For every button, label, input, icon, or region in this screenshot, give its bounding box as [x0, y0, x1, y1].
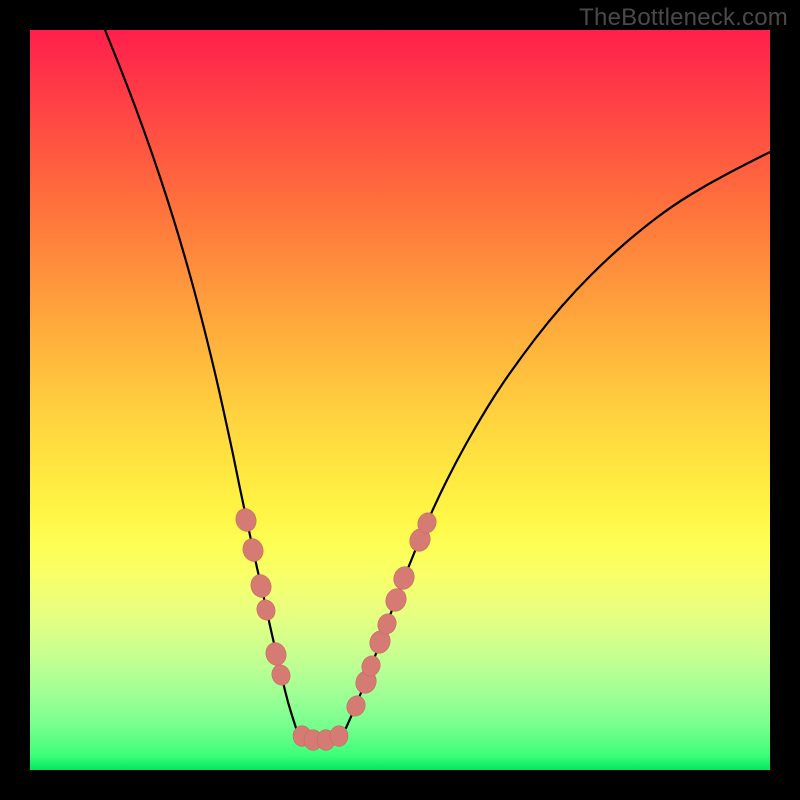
beads-group [233, 506, 439, 750]
bead-marker [240, 536, 266, 564]
bead-marker [344, 693, 368, 719]
bead-marker [263, 640, 289, 668]
plot-area [30, 30, 770, 770]
bead-marker [382, 586, 409, 615]
bead-marker [233, 506, 259, 534]
bead-marker [248, 572, 274, 600]
bottleneck-curve-path [105, 30, 770, 740]
watermark-text: TheBottleneck.com [579, 4, 788, 32]
bead-marker [390, 564, 417, 593]
bead-marker [254, 597, 278, 622]
bead-marker [269, 662, 293, 687]
bottleneck-curve-svg [30, 30, 770, 770]
chart-frame: TheBottleneck.com [0, 0, 800, 800]
bead-marker [330, 726, 348, 747]
